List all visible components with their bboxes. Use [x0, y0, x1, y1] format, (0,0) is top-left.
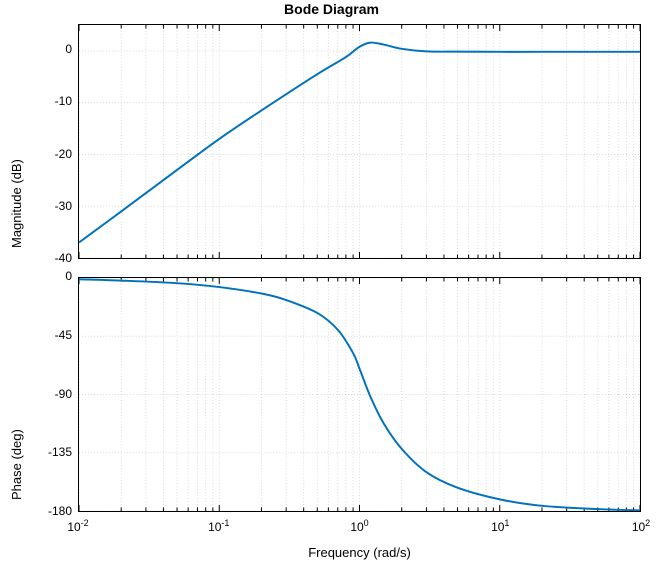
- mag-ytick: -20: [55, 147, 72, 161]
- xtick: 10-1: [201, 518, 237, 534]
- xlabel: Frequency (rad/s): [78, 545, 641, 560]
- phase-ylabel: Phase (deg): [9, 290, 24, 500]
- xtick: 101: [482, 518, 518, 534]
- phase-ytick: -90: [55, 387, 72, 401]
- bode-figure: Bode Diagram Magnitude (dB) -40 -30 -20 -10…: [0, 0, 663, 571]
- mag-ytick: -10: [55, 94, 72, 108]
- phase-ytick: -45: [55, 328, 72, 342]
- mag-ytick: 0: [65, 42, 72, 56]
- phase-ytick: -135: [48, 445, 72, 459]
- mag-ylabel: Magnitude (dB): [9, 38, 24, 248]
- magnitude-canvas: [79, 25, 640, 258]
- mag-ytick: -30: [55, 199, 72, 213]
- magnitude-plot: [78, 24, 641, 259]
- xtick: 10-2: [60, 518, 96, 534]
- phase-plot: [78, 277, 641, 512]
- mag-ytick: -40: [55, 251, 72, 265]
- xtick: 102: [623, 518, 659, 534]
- phase-canvas: [79, 278, 640, 511]
- phase-ytick: 0: [65, 269, 72, 283]
- figure-title: Bode Diagram: [0, 1, 663, 17]
- phase-ytick: -180: [48, 504, 72, 518]
- xtick: 100: [342, 518, 378, 534]
